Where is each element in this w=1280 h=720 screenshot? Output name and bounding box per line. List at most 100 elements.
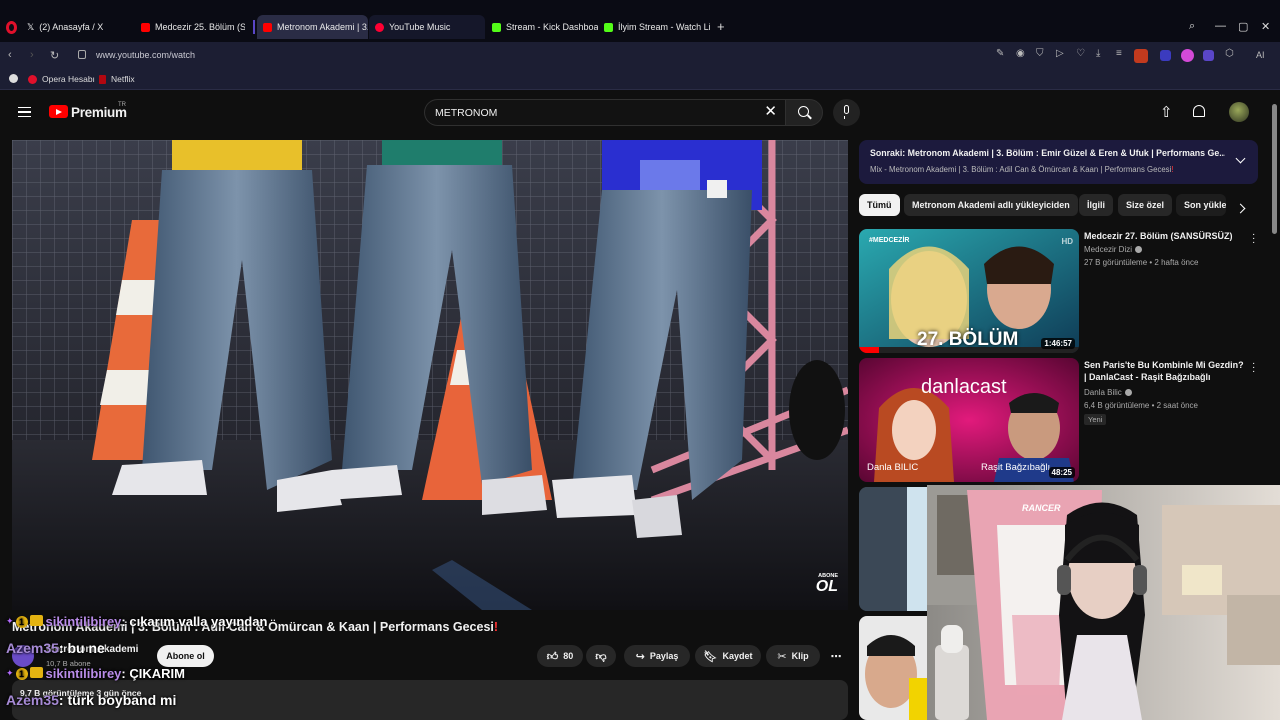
tab-kick-watch[interactable]: İlyim Stream - Watch Live xyxy=(598,15,710,39)
related-channel[interactable]: Danla Bilic xyxy=(1084,388,1132,397)
edit-icon[interactable]: ✎ xyxy=(996,48,1004,59)
search-button[interactable] xyxy=(785,99,823,126)
chevron-right-icon[interactable] xyxy=(1235,203,1246,214)
search-input[interactable]: METRONOM ✕ xyxy=(424,99,785,126)
thumbnail-text: 27. BÖLÜM xyxy=(917,329,1019,350)
upload-icon[interactable]: ⇧ xyxy=(1160,103,1173,121)
bookmark-icon: 🔖︎ xyxy=(703,650,718,663)
up-next-subtitle: Mix - Metronom Akademi | 3. Bölüm : Adil… xyxy=(870,165,1172,174)
more-vertical-icon[interactable]: · · · xyxy=(1252,359,1255,377)
opera-icon xyxy=(28,74,37,84)
tab-label: Stream - Kick Dashboard xyxy=(506,22,598,32)
country-code: TR xyxy=(118,102,126,108)
more-vertical-icon[interactable]: · · · xyxy=(1252,230,1255,248)
notification-bell-icon[interactable] xyxy=(1193,105,1205,117)
up-next-label: Sonraki: xyxy=(870,148,906,158)
chat-username: sikintilibirey xyxy=(45,614,122,629)
extension-pink-icon[interactable] xyxy=(1181,49,1194,62)
extension-purple-icon[interactable] xyxy=(1203,50,1214,61)
title-mark: ! xyxy=(493,620,499,634)
chevron-down-icon[interactable] xyxy=(1235,153,1246,164)
download-icon[interactable]: ⤓ xyxy=(1096,48,1100,59)
related-thumbnail[interactable]: #MEDCEZİR HD 27. BÖLÜM 1:46:57 xyxy=(859,229,1079,353)
up-next-panel[interactable]: Sonraki: Metronom Akademi | 3. Bölüm : E… xyxy=(859,140,1258,184)
chip-for-you[interactable]: Size özel xyxy=(1118,194,1173,216)
netflix-icon xyxy=(99,74,106,84)
back-icon[interactable]: ‹ xyxy=(8,49,12,61)
tab-label: (2) Anasayfa / X xyxy=(39,22,104,32)
chat-username: Azem35 xyxy=(6,640,59,656)
chip-all[interactable]: Tümü xyxy=(859,194,900,216)
extension-wave-icon[interactable] xyxy=(1160,50,1171,61)
share-button[interactable]: ↪ Paylaş xyxy=(624,645,690,667)
tab-medcezir[interactable]: Medcezir 25. Bölüm (SANSÜ xyxy=(135,15,245,39)
save-button[interactable]: 🔖︎ Kaydet xyxy=(695,645,761,667)
reload-icon[interactable]: ↻ xyxy=(50,49,59,62)
tab-youtube-music[interactable]: YouTube Music xyxy=(369,15,485,39)
tab-kick-dashboard[interactable]: Stream - Kick Dashboard xyxy=(486,15,598,39)
related-title[interactable]: Sen Paris'te Bu Kombinle Mi Gezdin? | Da… xyxy=(1084,359,1246,383)
up-next-title: Sonraki: Metronom Akademi | 3. Bölüm : E… xyxy=(870,148,1225,158)
shield-icon[interactable]: ⛉ xyxy=(1036,48,1044,59)
tab-metronom-active[interactable]: Metronom Akademi | 3. B xyxy=(257,15,368,39)
more-horizontal-icon: ⋯ xyxy=(830,650,842,663)
related-meta: 6,4 B görüntüleme • 2 saat önce xyxy=(1084,401,1198,410)
x-icon: 𝕏 xyxy=(27,21,35,32)
clip-button[interactable]: ✂ Klip xyxy=(766,645,820,667)
tab-search-icon[interactable]: ⌕ xyxy=(1189,20,1195,33)
video-duration: 1:46:57 xyxy=(1041,338,1075,349)
close-window-icon[interactable]: ✕ xyxy=(1261,20,1270,33)
save-label: Kaydet xyxy=(722,651,753,661)
chair-brand-text: RANCER xyxy=(1022,503,1061,513)
camera-icon[interactable]: ◉ xyxy=(1016,48,1025,59)
heart-icon[interactable]: ♡ xyxy=(1076,48,1085,59)
bookmark-opera[interactable]: Opera Hesabı xyxy=(28,74,95,84)
related-channel[interactable]: Medcezir Dizi xyxy=(1084,245,1143,254)
clip-label: Klip xyxy=(791,651,809,661)
dislike-button[interactable]: 👎︎ xyxy=(586,645,616,667)
chip-related[interactable]: İlgili xyxy=(1079,194,1113,216)
chip-recent[interactable]: Son yükle xyxy=(1176,194,1226,216)
minimize-icon[interactable]: — xyxy=(1215,20,1226,32)
clear-search-icon[interactable]: ✕ xyxy=(764,104,777,120)
tab-x[interactable]: 𝕏 (2) Anasayfa / X xyxy=(21,15,133,39)
kick-icon xyxy=(604,22,613,32)
subscribe-button[interactable]: Abone ol xyxy=(157,645,214,667)
google-icon[interactable] xyxy=(9,74,18,83)
channel-label: Medcezir Dizi xyxy=(1084,245,1133,254)
lock-icon xyxy=(78,50,86,59)
account-avatar[interactable] xyxy=(1229,102,1249,122)
voice-search-button[interactable] xyxy=(833,99,860,126)
more-actions-button[interactable]: ⋯ xyxy=(825,645,847,667)
hamburger-menu-icon[interactable] xyxy=(18,107,31,117)
forward-icon[interactable]: › xyxy=(30,49,34,61)
like-button[interactable]: 👍︎ 80 xyxy=(537,645,583,667)
chat-message: ✦ 1 sikintilibirey: cıkarım valla yayından xyxy=(6,614,267,629)
browser-tab-bar: 𝕏 (2) Anasayfa / X Medcezir 25. Bölüm (S… xyxy=(0,0,1280,42)
opera-logo-icon[interactable] xyxy=(6,21,17,34)
related-title[interactable]: Medcezir 27. Bölüm (SANSÜRSÜZ) xyxy=(1084,230,1246,242)
chip-from-uploader[interactable]: Metronom Akademi adlı yükleyiciden xyxy=(904,194,1078,216)
bookmarks-bar: Opera Hesabı Netflix xyxy=(0,69,1280,90)
url-field[interactable]: www.youtube.com/watch xyxy=(96,50,195,60)
related-meta: 27 B görüntüleme • 2 hafta önce xyxy=(1084,258,1199,267)
scrollbar-thumb[interactable] xyxy=(1272,104,1277,234)
verified-icon xyxy=(1135,246,1143,253)
youtube-logo-icon[interactable] xyxy=(49,105,68,118)
new-tab-plus-icon[interactable]: + xyxy=(717,20,725,33)
video-player[interactable]: ABONE OL xyxy=(12,140,848,610)
ai-button[interactable]: AI xyxy=(1256,50,1265,60)
thumbnail-name-left: Danla BILIC xyxy=(867,462,919,473)
menu-list-icon[interactable]: ≡ xyxy=(1116,48,1122,59)
chat-username: sikintilibirey xyxy=(45,666,122,681)
play-icon[interactable]: ▷ xyxy=(1056,48,1064,59)
watermark-bottom: OL xyxy=(815,578,838,595)
bookmark-netflix[interactable]: Netflix xyxy=(99,74,135,84)
tab-divider xyxy=(253,20,255,34)
new-badge: Yeni xyxy=(1084,414,1107,425)
related-thumbnail[interactable]: danlacast Danla BILIC Raşit Bağzıbağlı 4… xyxy=(859,358,1079,482)
cube-icon[interactable]: ⬡ xyxy=(1225,48,1234,59)
maximize-icon[interactable]: ▢ xyxy=(1238,20,1248,33)
youtube-icon xyxy=(141,22,150,32)
extension-red-icon[interactable] xyxy=(1134,49,1148,63)
